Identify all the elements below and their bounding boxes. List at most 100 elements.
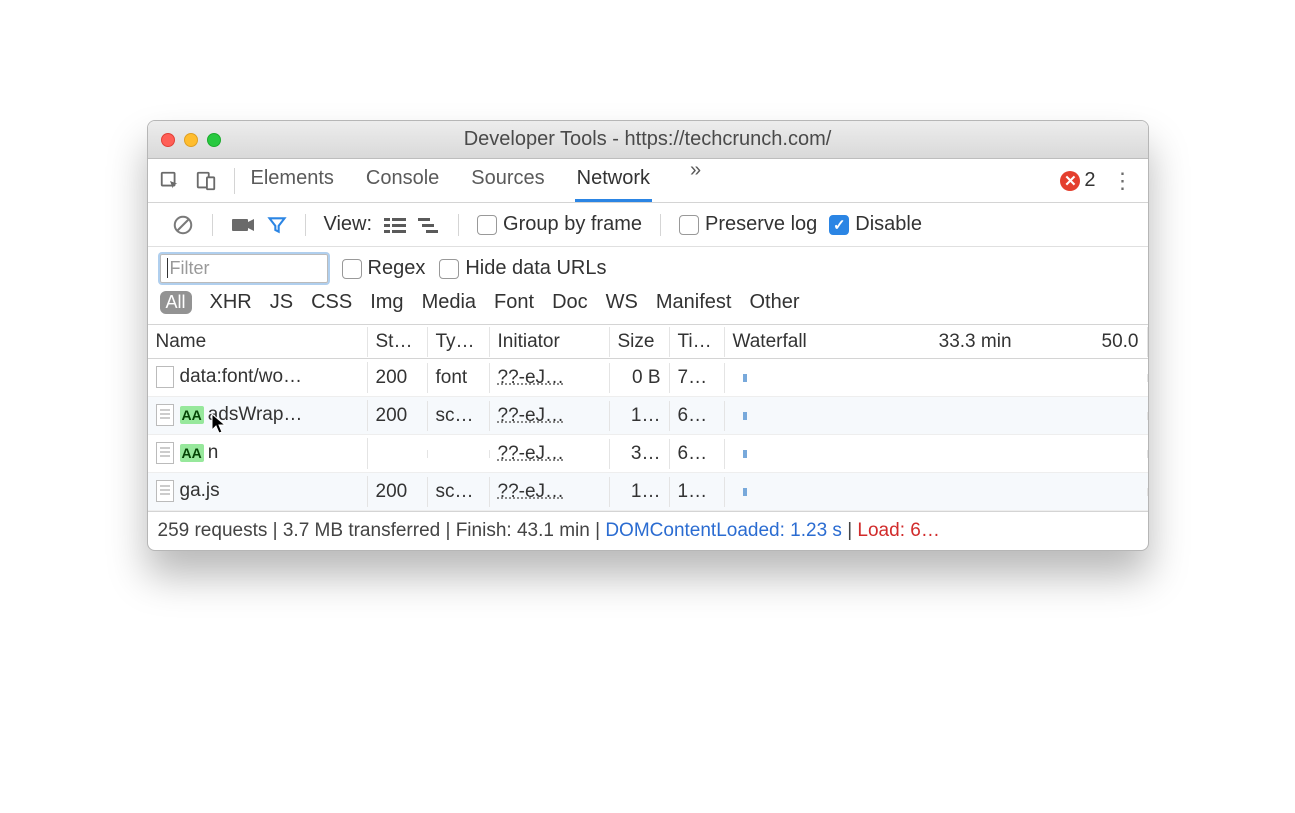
- waterfall-view-icon[interactable]: [418, 216, 440, 234]
- window-minimize-button[interactable]: [184, 133, 198, 147]
- cell-status: 200: [368, 363, 428, 393]
- cell-time: 6…: [670, 401, 725, 431]
- table-header: Name St… Ty… Initiator Size Ti… Waterfal…: [148, 325, 1148, 359]
- cell-initiator[interactable]: ??-eJ…: [498, 481, 565, 502]
- device-toggle-icon[interactable]: [192, 167, 220, 195]
- tabs: Elements Console Sources Network »: [249, 159, 702, 202]
- table-row[interactable]: AAn ??-eJ… 3… 6…: [148, 435, 1148, 473]
- col-status[interactable]: St…: [368, 327, 428, 357]
- cell-type: sc…: [428, 477, 490, 507]
- group-by-frame-label: Group by frame: [503, 213, 642, 236]
- table-row[interactable]: AAadsWrap… 200 sc… ??-eJ… 1… 6…: [148, 397, 1148, 435]
- group-by-frame-option[interactable]: Group by frame: [477, 213, 642, 236]
- cell-name: data:font/wo…: [180, 367, 303, 388]
- cell-initiator[interactable]: ??-eJ…: [498, 367, 565, 388]
- cell-type: font: [428, 363, 490, 393]
- type-all[interactable]: All: [160, 291, 192, 314]
- tab-elements[interactable]: Elements: [249, 159, 336, 202]
- status-requests: 259 requests: [158, 520, 268, 541]
- tab-console[interactable]: Console: [364, 159, 441, 202]
- filter-row: Filter Regex Hide data URLs: [148, 247, 1148, 285]
- type-filter-row: All XHR JS CSS Img Media Font Doc WS Man…: [148, 285, 1148, 325]
- file-icon: [156, 442, 174, 464]
- type-img[interactable]: Img: [370, 291, 403, 314]
- errors-indicator[interactable]: ✕ 2: [1060, 169, 1095, 192]
- waterfall-tick-1: 33.3 min: [939, 331, 1102, 353]
- status-load: Load: 6…: [857, 520, 939, 541]
- hide-data-urls-option[interactable]: Hide data URLs: [439, 257, 606, 280]
- col-waterfall[interactable]: Waterfall 33.3 min 50.0: [725, 327, 1148, 357]
- cell-time: 6…: [670, 439, 725, 469]
- view-label: View:: [324, 213, 373, 236]
- table-row[interactable]: data:font/wo… 200 font ??-eJ… 0 B 7…: [148, 359, 1148, 397]
- col-type[interactable]: Ty…: [428, 327, 490, 357]
- error-icon: ✕: [1060, 171, 1080, 191]
- cell-status: [368, 450, 428, 458]
- type-doc[interactable]: Doc: [552, 291, 588, 314]
- checkbox-icon: [679, 215, 699, 235]
- devtools-window: Developer Tools - https://techcrunch.com…: [147, 120, 1149, 551]
- type-xhr[interactable]: XHR: [210, 291, 252, 314]
- filter-icon[interactable]: [267, 215, 287, 235]
- cell-size: 3…: [610, 439, 670, 469]
- cell-status: 200: [368, 401, 428, 431]
- cell-type: sc…: [428, 401, 490, 431]
- status-domcontentloaded: DOMContentLoaded: 1.23 s: [605, 520, 842, 541]
- tab-network[interactable]: Network: [575, 159, 652, 202]
- divider: [212, 214, 213, 236]
- tabs-overflow-icon[interactable]: »: [680, 159, 701, 202]
- cell-size: 0 B: [610, 363, 670, 393]
- cell-initiator[interactable]: ??-eJ…: [498, 443, 565, 464]
- type-other[interactable]: Other: [749, 291, 799, 314]
- preserve-log-option[interactable]: Preserve log: [679, 213, 817, 236]
- errors-count: 2: [1084, 169, 1095, 192]
- col-initiator[interactable]: Initiator: [490, 327, 610, 357]
- settings-menu-icon[interactable]: ⋮: [1106, 168, 1140, 194]
- tab-sources[interactable]: Sources: [469, 159, 546, 202]
- network-toolbar: View: Group by frame Preserve log Disabl…: [148, 203, 1148, 247]
- cell-type: [428, 450, 490, 458]
- large-rows-icon[interactable]: [384, 216, 406, 234]
- col-size[interactable]: Size: [610, 327, 670, 357]
- waterfall-label: Waterfall: [733, 331, 807, 353]
- cell-size: 1…: [610, 401, 670, 431]
- checkbox-icon: [342, 259, 362, 279]
- cell-time: 7…: [670, 363, 725, 393]
- file-icon: [156, 404, 174, 426]
- status-transferred: 3.7 MB transferred: [283, 520, 440, 541]
- screenshot-icon[interactable]: [231, 216, 255, 234]
- window-close-button[interactable]: [161, 133, 175, 147]
- regex-label: Regex: [368, 257, 426, 280]
- type-ws[interactable]: WS: [606, 291, 638, 314]
- table-body: data:font/wo… 200 font ??-eJ… 0 B 7… AAa…: [148, 359, 1148, 511]
- checkbox-icon: [477, 215, 497, 235]
- type-media[interactable]: Media: [422, 291, 476, 314]
- cell-initiator[interactable]: ??-eJ…: [498, 405, 565, 426]
- cell-size: 1…: [610, 477, 670, 507]
- filter-input[interactable]: Filter: [160, 254, 328, 283]
- cell-status: 200: [368, 477, 428, 507]
- divider: [458, 214, 459, 236]
- traffic-lights: [148, 133, 221, 147]
- type-font[interactable]: Font: [494, 291, 534, 314]
- cursor-icon: [211, 413, 229, 440]
- col-time[interactable]: Ti…: [670, 327, 725, 357]
- disable-cache-option[interactable]: Disable: [829, 213, 922, 236]
- status-bar: 259 requests | 3.7 MB transferred | Fini…: [148, 511, 1148, 550]
- type-js[interactable]: JS: [270, 291, 293, 314]
- window-zoom-button[interactable]: [207, 133, 221, 147]
- col-name[interactable]: Name: [148, 327, 368, 357]
- checkbox-icon: [439, 259, 459, 279]
- cell-time: 1…: [670, 477, 725, 507]
- divider: [234, 168, 235, 194]
- tabs-right: ✕ 2 ⋮: [1060, 168, 1139, 194]
- table-row[interactable]: ga.js 200 sc… ??-eJ… 1… 1…: [148, 473, 1148, 511]
- clear-button[interactable]: [172, 214, 194, 236]
- regex-option[interactable]: Regex: [342, 257, 426, 280]
- type-css[interactable]: CSS: [311, 291, 352, 314]
- cell-name: n: [208, 443, 219, 464]
- type-manifest[interactable]: Manifest: [656, 291, 732, 314]
- inspect-element-icon[interactable]: [156, 167, 184, 195]
- checkbox-checked-icon: [829, 215, 849, 235]
- hide-data-urls-label: Hide data URLs: [465, 257, 606, 280]
